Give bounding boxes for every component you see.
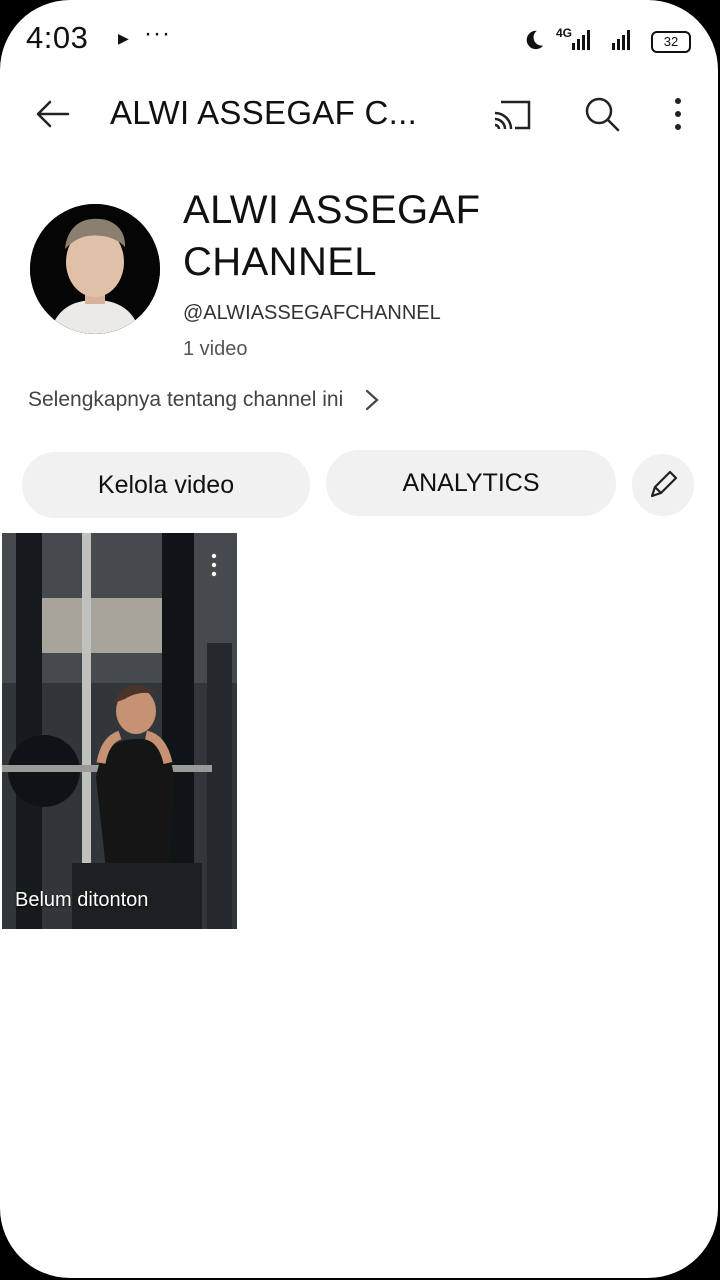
signal-icon (572, 28, 590, 50)
about-channel-label: Selengkapnya tentang channel ini (28, 388, 344, 411)
video-thumbnail[interactable]: Belum ditonton (2, 533, 237, 929)
page-title: ALWI ASSEGAF C... (110, 94, 418, 131)
signal-icon-2 (612, 28, 630, 50)
edit-channel-button[interactable] (632, 454, 694, 516)
more-vert-icon[interactable] (664, 94, 692, 134)
analytics-button[interactable]: ANALYTICS (326, 450, 616, 516)
cast-icon[interactable] (493, 97, 533, 133)
notification-dots: ··· (144, 20, 171, 47)
channel-avatar[interactable] (30, 204, 160, 334)
search-icon[interactable] (582, 94, 622, 134)
manage-videos-button[interactable]: Kelola video (22, 452, 310, 518)
phone-screen: 4:03 ▶ ··· 4G 32 ALWI ASSEGAF C... ALWI … (0, 0, 718, 1278)
status-time: 4:03 (26, 20, 89, 55)
video-more-icon[interactable] (202, 551, 226, 579)
video-count: 1 video (183, 338, 248, 360)
about-channel-link[interactable]: Selengkapnya tentang channel ini (28, 388, 381, 412)
app-bar: ALWI ASSEGAF C... (0, 76, 718, 152)
channel-name: ALWI ASSEGAF CHANNEL (183, 188, 481, 284)
play-icon: ▶ (118, 30, 129, 46)
battery-icon: 32 (651, 31, 691, 53)
network-label: 4G (556, 26, 573, 40)
back-icon[interactable] (32, 94, 72, 134)
channel-handle: @ALWIASSEGAFCHANNEL (183, 302, 441, 324)
do-not-disturb-moon-icon (526, 30, 544, 50)
pencil-icon (650, 470, 678, 498)
chevron-right-icon (366, 389, 379, 411)
avatar-photo (30, 204, 160, 334)
gym-video-image (2, 533, 237, 929)
status-bar: 4:03 ▶ ··· 4G 32 (0, 18, 718, 64)
unwatched-label: Belum ditonton (15, 889, 149, 911)
